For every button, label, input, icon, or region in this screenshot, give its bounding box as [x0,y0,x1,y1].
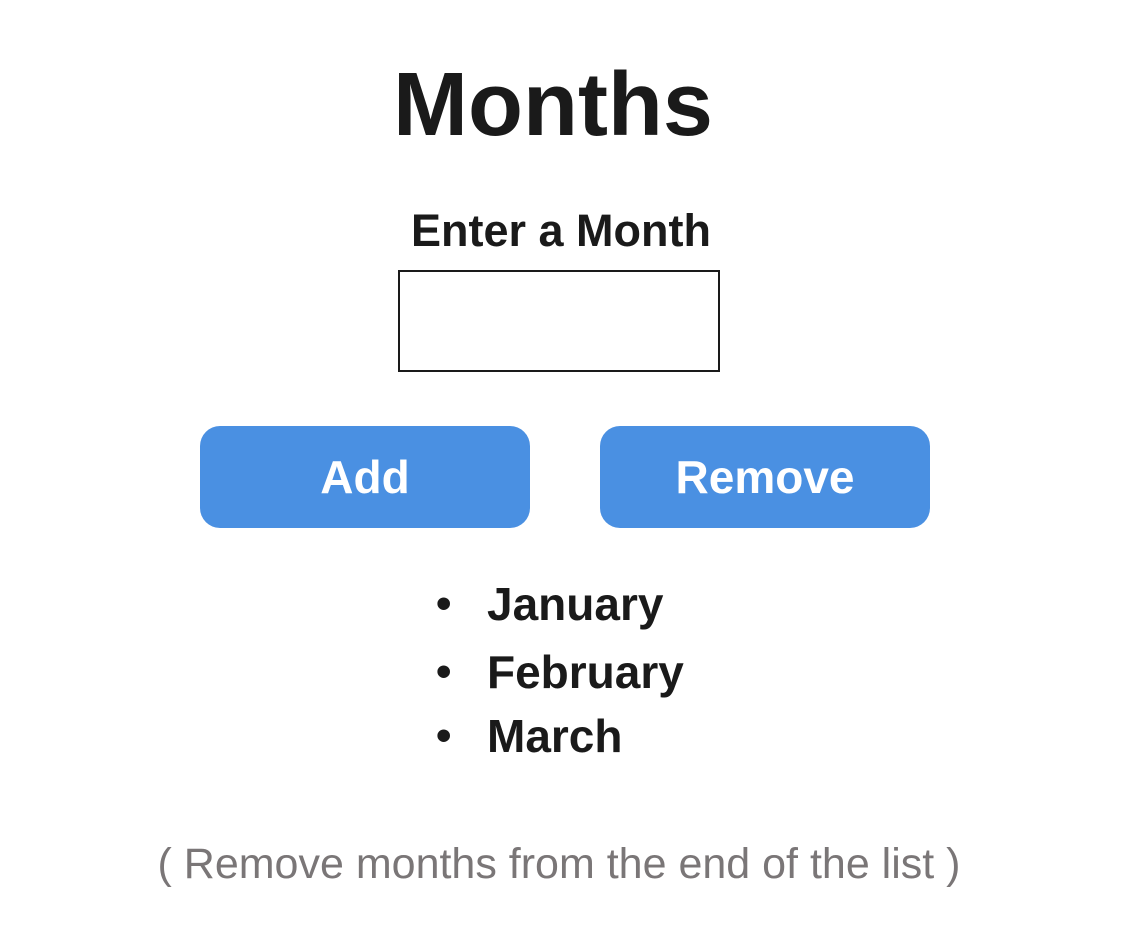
month-name: January [487,578,664,630]
month-name: February [487,646,684,698]
month-input-label: Enter a Month [411,205,711,256]
month-input[interactable] [398,270,720,372]
add-button[interactable]: Add [200,426,530,528]
bullet-icon: • [436,579,452,628]
list-item: • March [0,706,1134,766]
bullet-icon: • [436,647,452,696]
bullet-icon: • [436,711,452,760]
list-item: • January [0,574,1134,634]
page-title: Months [393,55,713,155]
list-item: • February [0,642,1134,702]
month-name: March [487,710,623,762]
hint-text: ( Remove months from the end of the list… [157,840,961,888]
remove-button[interactable]: Remove [600,426,930,528]
